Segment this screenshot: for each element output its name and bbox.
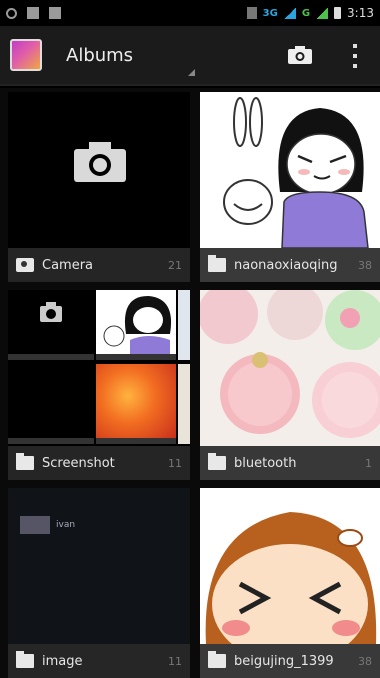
album-name: image (42, 653, 83, 669)
album-label: bluetooth 1 (200, 446, 380, 480)
folder-icon (208, 651, 226, 668)
album-label: Screenshot 11 (8, 446, 190, 480)
clock: 3:13 (347, 6, 374, 20)
album-count: 38 (358, 258, 372, 272)
album-tile-image[interactable]: ivan image 11 (8, 488, 190, 678)
overflow-menu-icon[interactable] (352, 44, 358, 68)
folder-icon (208, 453, 226, 470)
camera-placeholder-icon (74, 142, 126, 182)
image-thumbnail (20, 516, 50, 534)
image-thumbnail-label: ivan (56, 520, 76, 530)
screenshot-thumb-edge (178, 290, 190, 360)
screenshot-thumb-camera (8, 290, 94, 360)
gallery-app-icon[interactable] (10, 39, 42, 71)
screenshot-thumb-red (96, 364, 176, 444)
album-tile-camera[interactable]: Camera 21 (8, 92, 190, 282)
album-count: 11 (168, 654, 182, 668)
screenshot-thumb-sticker (96, 290, 176, 360)
action-bar: Albums (0, 26, 380, 86)
network-type-g: G (301, 7, 311, 19)
folder-icon (208, 255, 226, 272)
folder-icon (16, 651, 34, 668)
album-name: beigujing_1399 (234, 653, 334, 669)
network-type-3g: 3G (262, 7, 278, 19)
album-name: Camera (42, 257, 94, 273)
signal-strength-icon-2 (316, 7, 329, 19)
album-tile-naonaoxiaoqing[interactable]: naonaoxiaoqing 38 (200, 92, 380, 282)
album-tile-beigujing[interactable]: beigujing_1399 38 (200, 488, 380, 678)
sd-card-icon (49, 7, 61, 19)
sticker-thumbnail (103, 296, 172, 354)
album-label: image 11 (8, 644, 190, 678)
album-name: bluetooth (234, 455, 297, 471)
notification-icon (27, 7, 39, 19)
album-cover-thumbnail (200, 92, 380, 249)
album-cover-thumbnail (200, 290, 380, 446)
signal-strength-icon (283, 7, 296, 19)
album-count: 38 (358, 654, 372, 668)
album-label: Camera 21 (8, 248, 190, 282)
album-grid: Camera 21 naonaoxiaoqing 38 Screenshot 1… (0, 88, 380, 678)
usb-debug-icon (6, 7, 17, 19)
screenshot-thumb-dark (8, 364, 94, 444)
album-label: naonaoxiaoqing 38 (200, 248, 380, 282)
album-label: beigujing_1399 38 (200, 644, 380, 678)
dropdown-caret-icon (188, 69, 195, 76)
album-name: naonaoxiaoqing (234, 257, 338, 273)
album-count: 21 (168, 258, 182, 272)
album-view-title[interactable]: Albums (66, 45, 133, 66)
camera-icon[interactable] (288, 46, 312, 64)
album-count: 1 (365, 456, 372, 470)
camera-icon (16, 258, 34, 272)
sim-icon (246, 7, 257, 19)
status-bar: 3G G 3:13 (0, 0, 380, 26)
album-count: 11 (168, 456, 182, 470)
battery-icon (334, 7, 342, 19)
album-cover-thumbnail (200, 488, 380, 664)
album-tile-screenshot[interactable]: Screenshot 11 (8, 290, 190, 480)
screenshot-thumb-text (178, 364, 190, 444)
album-name: Screenshot (42, 455, 115, 471)
camera-icon (40, 302, 62, 322)
album-tile-bluetooth[interactable]: bluetooth 1 (200, 290, 380, 480)
folder-icon (16, 453, 34, 470)
